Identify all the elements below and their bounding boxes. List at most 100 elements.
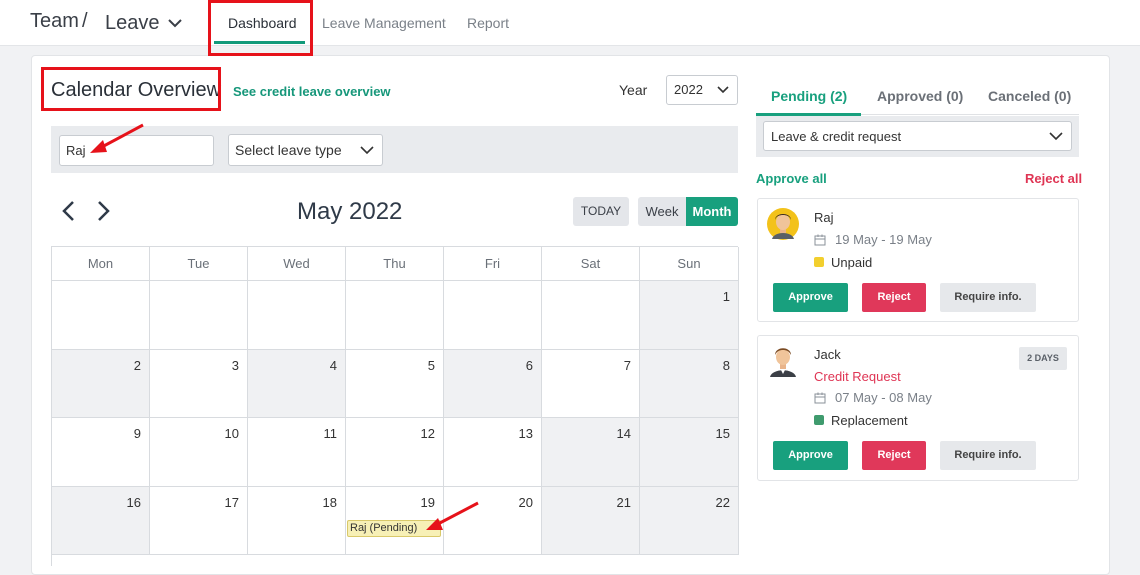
today-button[interactable]: TODAY: [573, 197, 629, 226]
leave-type-dot: [814, 415, 824, 425]
request-type-select[interactable]: Leave & credit request: [763, 121, 1072, 151]
credit-request-label: Credit Request: [814, 369, 901, 384]
calendar-day-cell[interactable]: 20: [444, 487, 542, 555]
page-title: Calendar Overview: [51, 79, 222, 101]
calendar-day-cell[interactable]: [52, 281, 150, 350]
next-month-icon[interactable]: [92, 199, 114, 223]
calendar-event[interactable]: Raj (Pending): [347, 520, 441, 537]
calendar-day-cell[interactable]: 9: [52, 418, 150, 487]
request-type-value: Leave & credit request: [771, 129, 902, 144]
calendar-day-cell[interactable]: 5: [346, 350, 444, 418]
calendar-day-cell[interactable]: [248, 281, 346, 350]
day-number: 17: [224, 495, 239, 510]
weekday-header: Mon: [52, 247, 150, 281]
employee-name-input[interactable]: [59, 135, 214, 166]
breadcrumb-team[interactable]: Team: [30, 10, 79, 33]
weekday-header: Sun: [640, 247, 739, 281]
month-title: May 2022: [297, 198, 403, 225]
calendar-day-cell[interactable]: 22: [640, 487, 739, 555]
request-dates: 07 May - 08 May: [835, 390, 932, 405]
calendar-day-cell[interactable]: 17: [150, 487, 248, 555]
day-number: 22: [715, 495, 730, 510]
reject-all-link[interactable]: Reject all: [1025, 171, 1082, 186]
approve-button[interactable]: Approve: [773, 441, 848, 470]
leave-type-label: Unpaid: [831, 255, 873, 270]
day-number: 16: [126, 495, 141, 510]
calendar-day-cell[interactable]: 18: [248, 487, 346, 555]
reject-button[interactable]: Reject: [862, 441, 926, 470]
chevron-down-icon: [360, 146, 374, 155]
calendar-day-cell[interactable]: 3: [150, 350, 248, 418]
tab-report[interactable]: Report: [467, 15, 509, 31]
tab-leave-management[interactable]: Leave Management: [322, 15, 446, 31]
approve-all-link[interactable]: Approve all: [756, 171, 827, 186]
days-badge: 2 DAYS: [1019, 347, 1067, 370]
requester-name: Raj: [814, 210, 834, 225]
calendar-day-cell[interactable]: [444, 281, 542, 350]
calendar-day-cell[interactable]: 1: [640, 281, 739, 350]
chevron-down-icon: [717, 86, 729, 94]
weekday-header: Fri: [444, 247, 542, 281]
approve-button[interactable]: Approve: [773, 283, 848, 312]
previous-month-icon[interactable]: [58, 199, 80, 223]
weekday-header: Thu: [346, 247, 444, 281]
breadcrumb-separator: /: [82, 10, 88, 32]
calendar-icon: [814, 392, 826, 404]
tab-approved[interactable]: Approved (0): [877, 88, 963, 104]
year-label: Year: [619, 82, 648, 98]
weekday-header: Sat: [542, 247, 640, 281]
avatar-jack: [770, 348, 796, 377]
day-number: 13: [518, 426, 533, 441]
chevron-down-icon: [1049, 132, 1063, 141]
reject-button[interactable]: Reject: [862, 283, 926, 312]
request-dates: 19 May - 19 May: [835, 232, 932, 247]
leave-type-select[interactable]: Select leave type: [228, 134, 383, 166]
calendar-day-cell[interactable]: 21: [542, 487, 640, 555]
tab-dashboard[interactable]: Dashboard: [228, 15, 297, 31]
calendar-day-cell[interactable]: [346, 281, 444, 350]
leave-type-dot: [814, 257, 824, 267]
calendar-day-cell[interactable]: 15: [640, 418, 739, 487]
year-value: 2022: [674, 82, 703, 97]
day-number: 1: [722, 289, 730, 304]
avatar-raj: [767, 208, 799, 240]
calendar-day-cell[interactable]: 10: [150, 418, 248, 487]
credit-leave-overview-link[interactable]: See credit leave overview: [233, 84, 391, 99]
calendar-day-cell[interactable]: 8: [640, 350, 739, 418]
calendar-day-cell[interactable]: 13: [444, 418, 542, 487]
require-info-button[interactable]: Require info.: [940, 441, 1036, 470]
week-view-button[interactable]: Week: [638, 197, 686, 226]
calendar-day-cell[interactable]: 11: [248, 418, 346, 487]
calendar-day-cell[interactable]: [150, 281, 248, 350]
day-number: 3: [231, 358, 239, 373]
day-number: 8: [722, 358, 730, 373]
day-number: 21: [616, 495, 631, 510]
chevron-down-icon[interactable]: [166, 14, 184, 32]
breadcrumb-leave[interactable]: Leave: [105, 12, 160, 35]
day-number: 10: [224, 426, 239, 441]
require-info-button[interactable]: Require info.: [940, 283, 1036, 312]
tab-canceled[interactable]: Canceled (0): [988, 88, 1071, 104]
calendar-day-cell[interactable]: 6: [444, 350, 542, 418]
year-select[interactable]: 2022: [666, 75, 738, 105]
day-number: 19: [420, 495, 435, 510]
calendar-day-cell[interactable]: 12: [346, 418, 444, 487]
day-number: 14: [616, 426, 631, 441]
day-number: 15: [715, 426, 730, 441]
calendar-day-cell[interactable]: 14: [542, 418, 640, 487]
day-number: 4: [329, 358, 337, 373]
weekday-header: Tue: [150, 247, 248, 281]
day-number: 7: [623, 358, 631, 373]
calendar-day-cell[interactable]: [542, 281, 640, 350]
day-number: 12: [420, 426, 435, 441]
leave-type-value: Select leave type: [235, 142, 342, 158]
calendar-day-cell[interactable]: 2: [52, 350, 150, 418]
calendar-day-cell[interactable]: 16: [52, 487, 150, 555]
tab-pending[interactable]: Pending (2): [771, 88, 847, 104]
weekday-header: Wed: [248, 247, 346, 281]
requester-name: Jack: [814, 347, 841, 362]
month-view-button[interactable]: Month: [686, 197, 738, 226]
calendar-day-cell[interactable]: 4: [248, 350, 346, 418]
calendar-day-cell[interactable]: 7: [542, 350, 640, 418]
leave-type-label: Replacement: [831, 413, 908, 428]
